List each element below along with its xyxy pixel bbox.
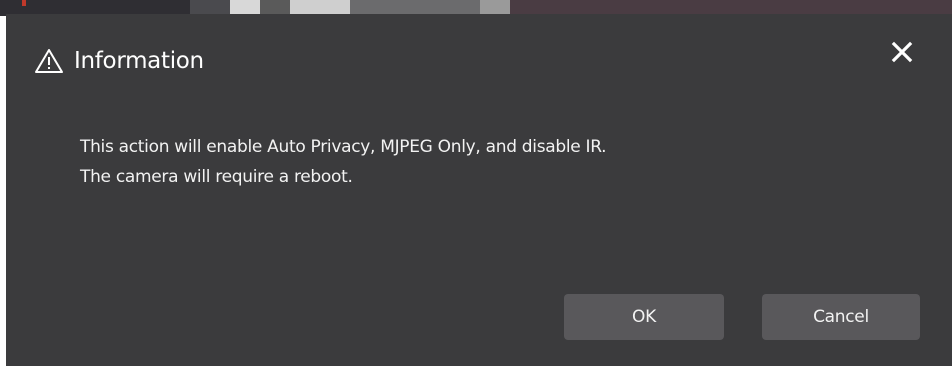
cancel-button-label: Cancel [813,307,869,327]
dialog-header: Information [34,48,204,74]
close-icon [891,41,913,63]
ok-button[interactable]: OK [564,294,724,340]
background-indicator [22,0,26,6]
ok-button-label: OK [632,307,656,327]
dialog-message: This action will enable Auto Privacy, MJ… [80,132,607,192]
close-button[interactable] [888,38,916,66]
message-line: This action will enable Auto Privacy, MJ… [80,137,607,157]
information-dialog: Information This action will enable Auto… [6,14,952,366]
warning-triangle-icon [34,48,64,74]
message-line: The camera will require a reboot. [80,167,353,187]
cancel-button[interactable]: Cancel [762,294,920,340]
dialog-title: Information [74,48,204,74]
